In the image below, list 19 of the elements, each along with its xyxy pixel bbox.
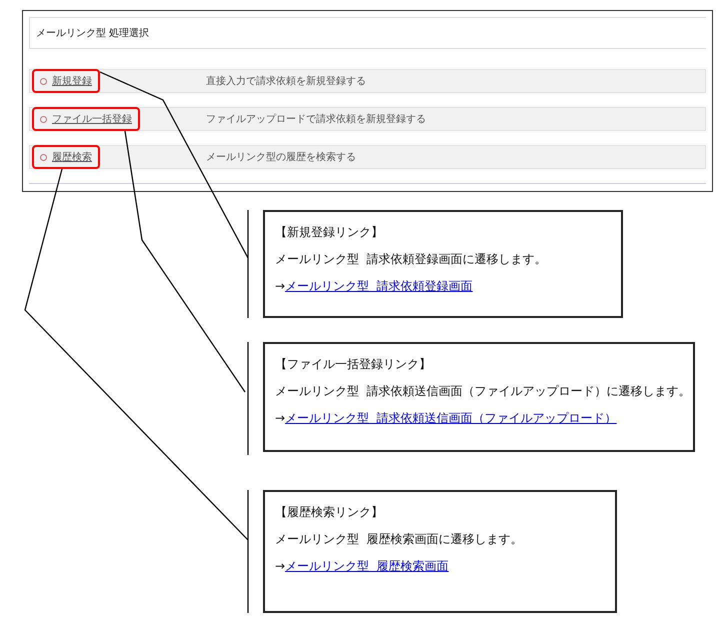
screen-link[interactable]: メールリンク型 請求依頼送信画面（ファイルアップロード）: [285, 411, 617, 425]
callout-text: メールリンク型 請求依頼送信画面（ファイルアップロード）に遷移します。: [275, 383, 683, 400]
callout-text: メールリンク型 請求依頼登録画面に遷移します。: [275, 251, 548, 268]
row-description: ファイルアップロードで請求依頼を新規登録する: [206, 112, 426, 126]
panel-title: メールリンク型 処理選択: [29, 17, 706, 49]
link-line: →メールリンク型 履歴検索画面: [275, 558, 450, 575]
menu-link[interactable]: 新規登録: [52, 74, 92, 88]
row-description: 直接入力で請求依頼を新規登録する: [206, 74, 366, 88]
link-line: →メールリンク型 請求依頼登録画面: [275, 278, 474, 295]
screen-link[interactable]: メールリンク型 履歴検索画面: [285, 559, 449, 573]
callout-heading: 【履歴検索リンク】: [275, 504, 384, 521]
menu-link[interactable]: ファイル一括登録: [52, 112, 132, 126]
callout-heading: 【新規登録リンク】: [275, 224, 384, 241]
callout-heading: 【ファイル一括登録リンク】: [275, 356, 432, 373]
link-line: →メールリンク型 請求依頼送信画面（ファイルアップロード）: [275, 410, 618, 427]
screen-link[interactable]: メールリンク型 請求依頼登録画面: [285, 279, 473, 293]
menu-link[interactable]: 履歴検索: [52, 150, 92, 164]
row-description: メールリンク型の履歴を検索する: [206, 150, 356, 164]
callout-text: メールリンク型 履歴検索画面に遷移します。: [275, 531, 524, 548]
